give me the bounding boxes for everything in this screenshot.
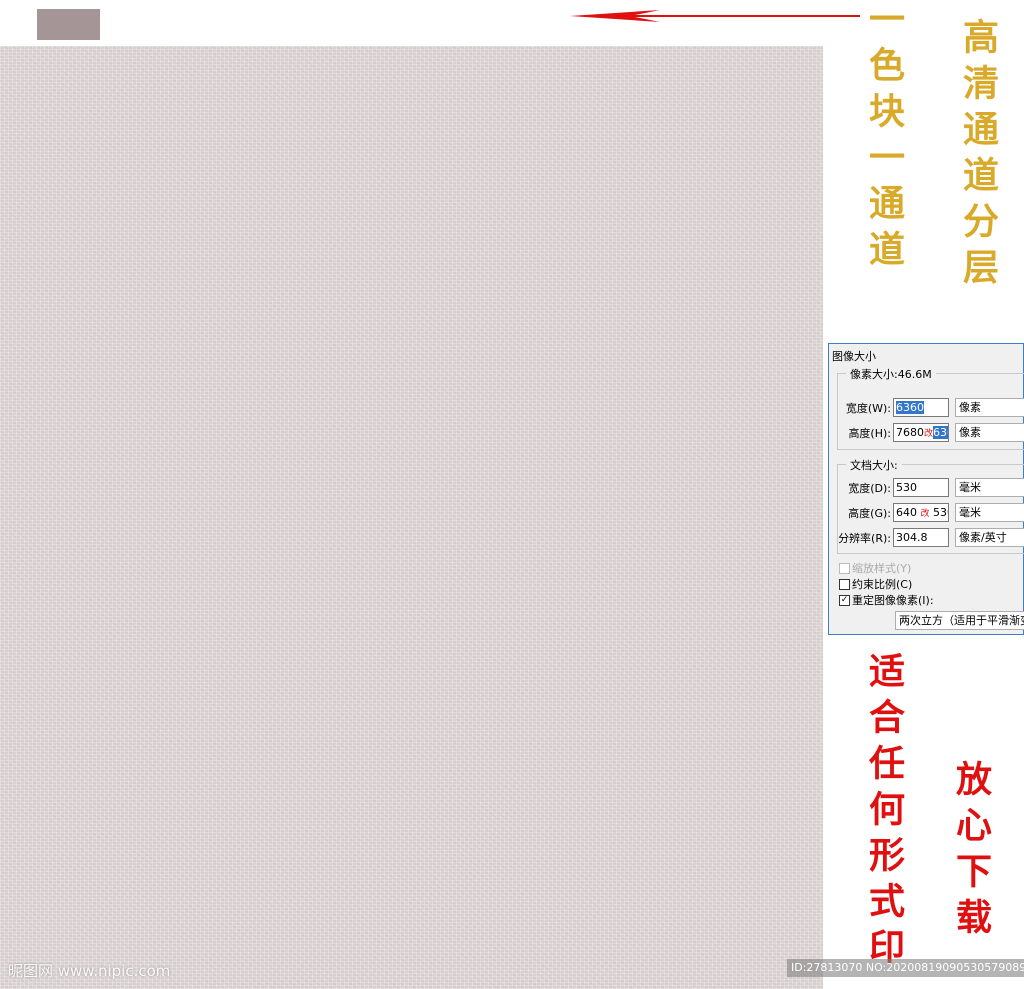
resolution-label: 分辨率(R): xyxy=(838,531,891,545)
doc-width-input[interactable]: 530 xyxy=(893,478,949,497)
doc-width-unit-select[interactable]: 毫米 xyxy=(955,478,1024,497)
label-hd-channel-layers: 高清通道分层 xyxy=(957,18,999,294)
height-unit-select[interactable]: 像素 xyxy=(955,423,1024,442)
watermark: 昵图网 www.nipic.com xyxy=(8,962,171,980)
width-label: 宽度(W): xyxy=(845,401,891,415)
image-id: ID:27813070 NO:20200819090530579089 xyxy=(787,959,1024,977)
image-size-dialog: 图像大小 像素大小:46.6M 宽度(W): 6360 像素 高度(H): 7680改… xyxy=(828,343,1024,635)
height-label: 高度(H): xyxy=(848,426,891,440)
doc-height-label: 高度(G): xyxy=(848,506,891,520)
resolution-unit-select[interactable]: 像素/英寸 xyxy=(955,528,1024,547)
color-swatch xyxy=(37,9,100,40)
scale-styles-checkbox[interactable]: 缩放样式(Y) xyxy=(839,560,911,576)
fabric-texture xyxy=(0,46,823,989)
label-suitable-any-print: 适合任何形式印 xyxy=(863,652,905,974)
resample-checkbox[interactable]: ✓ 重定图像像素(I): xyxy=(839,592,934,608)
dialog-title: 图像大小 xyxy=(832,350,876,363)
width-unit-select[interactable]: 像素 xyxy=(955,398,1024,417)
label-one-block-one-channel: 一色块一通道 xyxy=(863,0,905,276)
height-input[interactable]: 7680改6360 xyxy=(893,423,949,442)
resolution-input[interactable]: 304.8 xyxy=(893,528,949,547)
doc-height-unit-select[interactable]: 毫米 xyxy=(955,503,1024,522)
constrain-proportions-checkbox[interactable]: 约束比例(C) xyxy=(839,576,912,592)
group-label: 文档大小: xyxy=(846,457,902,473)
label-download-safe: 放心下载 xyxy=(950,760,992,944)
width-input[interactable]: 6360 xyxy=(893,398,949,417)
group-label: 像素大小:46.6M xyxy=(846,366,936,382)
doc-height-input[interactable]: 640 改 530 xyxy=(893,503,949,522)
arrow-left-icon xyxy=(570,10,860,22)
resample-method-select[interactable]: 两次立方（适用于平滑渐变 xyxy=(895,611,1024,630)
doc-width-label: 宽度(D): xyxy=(848,481,891,495)
